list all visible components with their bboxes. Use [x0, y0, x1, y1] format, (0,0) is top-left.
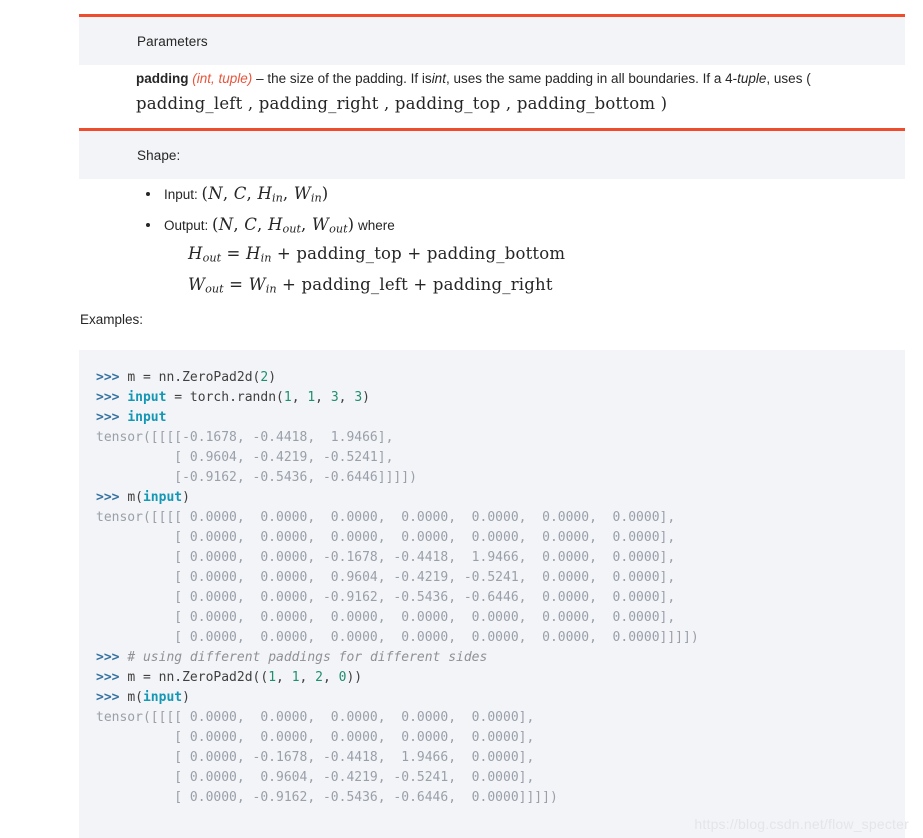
param-desc-em2: tuple: [737, 71, 767, 86]
code-token-num: 1: [307, 390, 316, 405]
shape-input-label: Input:: [164, 187, 198, 202]
code-token-plain: = torch.randn(: [166, 390, 284, 405]
code-token-out: [ 0.0000, -0.1678, -0.4418, 1.9466, 0.00…: [96, 750, 535, 765]
formula-hout: Hout = Hin + padding_top + padding_botto…: [188, 244, 566, 265]
code-token-out: [-0.9162, -0.5436, -0.6446]]]]): [96, 470, 417, 485]
code-token-out: [ 0.0000, 0.0000, 0.9604, -0.4219, -0.52…: [96, 570, 676, 585]
code-token-out: tensor([[[[ 0.0000, 0.0000, 0.0000, 0.00…: [96, 510, 676, 525]
parameters-description: padding (int, tuple) – the size of the p…: [136, 68, 836, 117]
param-desc-part2: , uses the same padding in all boundarie…: [445, 71, 738, 86]
param-desc-part3: , uses (: [766, 71, 811, 86]
example-code-block[interactable]: >>> m = nn.ZeroPad2d( 2) >>> input = torc…: [79, 350, 905, 838]
formula-wout: Wout = Win + padding_left + padding_righ…: [188, 274, 553, 296]
code-token-out: [ 0.9604, -0.4219, -0.5241],: [96, 450, 394, 465]
code-token-prompt: >>>: [96, 370, 128, 385]
example-code-text: >>> m = nn.ZeroPad2d( 2) >>> input = torc…: [96, 368, 905, 808]
watermark: https://blog.csdn.net/flow_specter: [694, 816, 909, 832]
code-token-comment: # using different paddings for different…: [127, 650, 488, 665]
code-token-prompt: >>>: [96, 490, 128, 505]
code-token-plain: ): [268, 370, 277, 385]
param-desc-em1: int: [431, 71, 446, 86]
code-token-plain: ): [182, 490, 190, 505]
code-token-prompt: >>>: [96, 650, 128, 665]
code-token-out: tensor([[[[-0.1678, -0.4418, 1.9466],: [96, 430, 394, 445]
shape-output-formula: (N, C, Hout, Wout): [212, 214, 355, 236]
code-token-plain: m(: [127, 490, 143, 505]
shape-formula-block: Hout = Hin + padding_top + padding_botto…: [164, 243, 863, 296]
param-desc-part1: – the size of the padding. If is: [256, 71, 432, 86]
code-token-num: 1: [268, 670, 277, 685]
code-token-kw: input: [127, 410, 167, 425]
code-token-plain: m(: [127, 690, 143, 705]
code-token-num: 1: [283, 390, 292, 405]
param-type-hint: (int, tuple): [192, 71, 253, 86]
shape-input-formula: (N, C, Hin, Win): [201, 184, 329, 205]
code-token-plain: ,: [323, 670, 339, 685]
code-token-out: [ 0.0000, 0.0000, -0.1678, -0.4418, 1.94…: [96, 550, 676, 565]
shape-section-title: Shape:: [137, 148, 181, 163]
code-token-prompt: >>>: [96, 390, 128, 405]
code-token-plain: ): [182, 690, 190, 705]
code-token-out: [ 0.0000, 0.0000, 0.0000, 0.0000, 0.0000…: [96, 610, 676, 625]
shape-section: Shape:: [79, 128, 905, 179]
param-name: padding: [136, 71, 189, 86]
code-token-out: [ 0.0000, 0.9604, -0.4219, -0.5241, 0.00…: [96, 770, 535, 785]
parameters-section: Parameters: [79, 14, 905, 65]
code-token-plain: ): [362, 390, 370, 405]
code-token-plain: m = nn.ZeroPad2d((: [127, 670, 269, 685]
code-token-prompt: >>>: [96, 670, 128, 685]
code-token-out: [ 0.0000, 0.0000, 0.0000, 0.0000, 0.0000…: [96, 530, 676, 545]
shape-list-item-input: Input: (N, C, Hin, Win): [143, 183, 863, 206]
code-token-out: [ 0.0000, -0.9162, -0.5436, -0.6446, 0.0…: [96, 790, 558, 805]
code-token-plain: ,: [276, 670, 292, 685]
shape-output-where: where: [358, 217, 395, 233]
param-tuple-formula: padding_left , padding_right , padding_t…: [136, 94, 668, 114]
code-token-kw: input: [142, 690, 183, 705]
code-token-plain: ,: [299, 670, 316, 685]
code-token-plain: ,: [338, 390, 355, 405]
code-token-out: tensor([[[[ 0.0000, 0.0000, 0.0000, 0.00…: [96, 710, 535, 725]
code-token-plain: m = nn.ZeroPad2d(: [127, 370, 261, 385]
code-token-num: 3: [354, 390, 363, 405]
shape-output-label: Output:: [164, 217, 209, 233]
code-token-kw: input: [127, 390, 167, 405]
code-token-out: [ 0.0000, 0.0000, -0.9162, -0.5436, -0.6…: [96, 590, 676, 605]
shape-list-item-output: Output: (N, C, Hout, Wout) where Hout = …: [143, 214, 863, 297]
code-token-out: [ 0.0000, 0.0000, 0.0000, 0.0000, 0.0000…: [96, 630, 699, 645]
code-token-prompt: >>>: [96, 410, 128, 425]
code-token-plain: ,: [315, 390, 331, 405]
code-token-plain: ,: [291, 390, 308, 405]
examples-label: Examples:: [80, 312, 144, 327]
code-token-out: [ 0.0000, 0.0000, 0.0000, 0.0000, 0.0000…: [96, 730, 535, 745]
shape-body: Input: (N, C, Hin, Win) Output: (N, C, H…: [143, 183, 863, 304]
doc-page: Parameters padding (int, tuple) – the si…: [0, 0, 923, 838]
code-token-kw: input: [142, 490, 183, 505]
code-token-num: 3: [330, 390, 339, 405]
code-token-prompt: >>>: [96, 690, 128, 705]
code-token-plain: )): [346, 670, 363, 685]
parameters-section-title: Parameters: [137, 34, 208, 49]
code-token-num: 2: [315, 670, 323, 685]
shape-list: Input: (N, C, Hin, Win) Output: (N, C, H…: [143, 183, 863, 296]
code-token-num: 1: [291, 670, 300, 685]
